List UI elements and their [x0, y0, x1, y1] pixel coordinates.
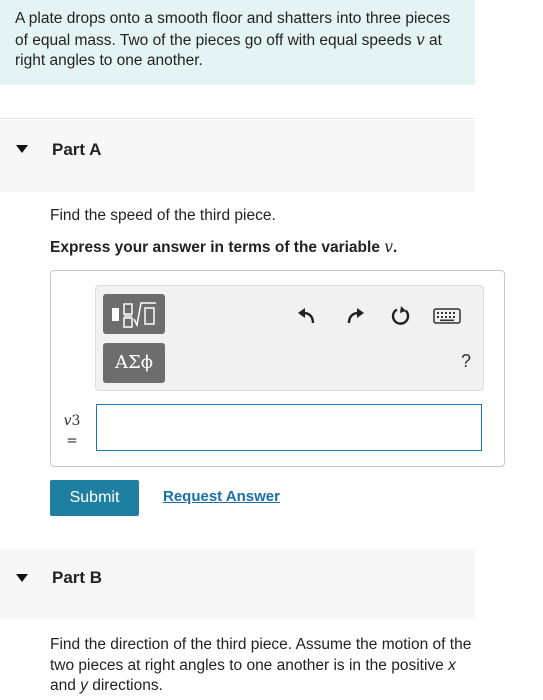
part-b-question: Find the direction of the third piece. A… — [50, 635, 480, 697]
instructions-text: Express your answer in terms of the vari… — [50, 239, 385, 256]
undo-icon[interactable] — [296, 305, 318, 327]
problem-text-start: A plate drops onto a smooth floor and sh… — [15, 10, 451, 49]
instructions-var-v: v — [384, 238, 394, 256]
part-b-title: Part B — [52, 568, 103, 587]
part-a-header[interactable]: Part A — [0, 120, 475, 192]
answer-variable-label: v3 = — [60, 411, 84, 451]
part-a-title: Part A — [52, 140, 102, 159]
part-b-x-var: x — [448, 656, 456, 674]
instructions-period: . — [393, 239, 398, 256]
part-b-header[interactable]: Part B — [0, 549, 475, 619]
part-b-text-2: and — [50, 677, 81, 694]
answer-subscript: 3 — [71, 413, 81, 429]
help-icon[interactable]: ? — [461, 351, 471, 372]
answer-var: v — [63, 413, 72, 429]
redo-icon[interactable] — [344, 305, 366, 327]
greek-symbols-button[interactable]: ΑΣϕ — [103, 343, 165, 383]
submit-button[interactable]: Submit — [50, 480, 139, 516]
part-b-y-var: y — [80, 677, 88, 694]
part-b-text-1: Find the direction of the third piece. A… — [50, 636, 472, 674]
templates-button[interactable] — [103, 294, 165, 334]
collapse-caret-icon[interactable] — [16, 145, 28, 153]
section-divider — [0, 118, 475, 119]
math-toolbar: ΑΣϕ ? — [95, 285, 484, 391]
answer-equals: = — [66, 433, 78, 449]
reset-icon[interactable] — [390, 305, 412, 327]
collapse-caret-icon[interactable] — [16, 574, 28, 582]
part-b-text-3: directions. — [87, 677, 163, 694]
problem-var-v: v — [415, 30, 425, 49]
request-answer-link[interactable]: Request Answer — [163, 488, 280, 505]
templates-icon — [112, 302, 156, 328]
answer-input[interactable] — [96, 404, 482, 451]
problem-statement: A plate drops onto a smooth floor and sh… — [0, 0, 475, 85]
part-a-question: Find the speed of the third piece. — [50, 207, 276, 224]
answer-editor: ΑΣϕ ? v3 = — [50, 270, 505, 467]
keyboard-icon[interactable] — [433, 305, 461, 327]
answer-instructions: Express your answer in terms of the vari… — [50, 238, 397, 257]
